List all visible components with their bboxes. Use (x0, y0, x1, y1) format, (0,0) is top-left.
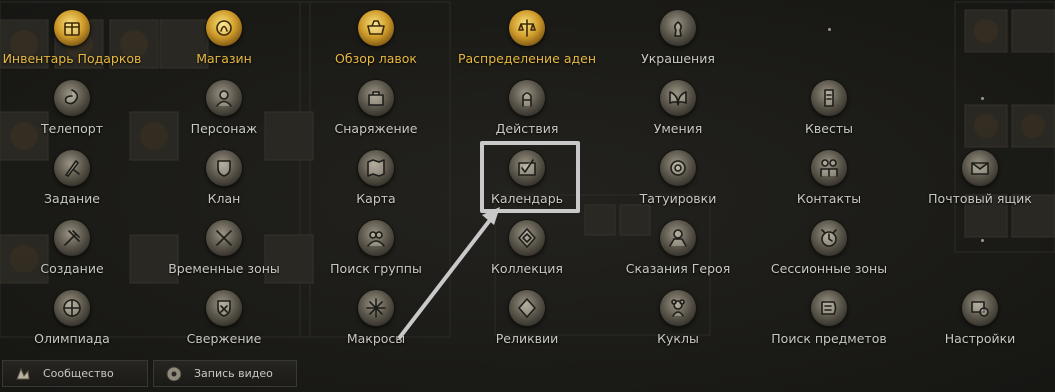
actions-icon (509, 80, 545, 116)
clan-icon (206, 150, 242, 186)
task-icon (54, 150, 90, 186)
menu-item-olympiad[interactable]: Олимпиада (0, 290, 147, 358)
teleport-icon (54, 80, 90, 116)
menu-item-label: Настройки (944, 331, 1016, 346)
menu-item-session-zones[interactable]: Сессионные зоны (754, 220, 904, 288)
menu-item-map[interactable]: Карта (301, 150, 451, 218)
collection-icon (509, 220, 545, 256)
menu-item-label: Почтовый ящик (928, 191, 1032, 206)
gift-inventory-icon (54, 10, 90, 46)
tattoo-icon (660, 150, 696, 186)
separator-dot (981, 239, 984, 242)
calendar-highlight-box (480, 141, 580, 213)
separator-dot (981, 97, 984, 100)
skills-icon (660, 80, 696, 116)
session-zones-icon (811, 220, 847, 256)
dolls-icon (660, 290, 696, 326)
menu-item-crafting[interactable]: Создание (0, 220, 147, 288)
menu-item-time-zones[interactable]: Временные зоны (149, 220, 299, 288)
menu-item-tattoo[interactable]: Татуировки (603, 150, 753, 218)
crafting-icon (54, 220, 90, 256)
menu-item-teleport[interactable]: Телепорт (0, 80, 147, 148)
menu-item-label: Сессионные зоны (770, 261, 888, 276)
equipment-icon (358, 80, 394, 116)
community-icon (16, 367, 30, 380)
adena-distribution-icon (509, 10, 545, 46)
video-record-button[interactable]: Запись видео (153, 360, 297, 387)
shop-icon (206, 10, 242, 46)
menu-item-item-search[interactable]: Поиск предметов (754, 290, 904, 358)
menu-item-dolls[interactable]: Куклы (603, 290, 753, 358)
menu-item-adena-distribution[interactable]: Распределение аден (452, 10, 602, 78)
olympiad-icon (54, 290, 90, 326)
time-zones-icon (206, 220, 242, 256)
video-record-icon (166, 366, 182, 382)
menu-item-hero-tales[interactable]: Сказания Героя (603, 220, 753, 288)
menu-item-actions[interactable]: Действия (452, 80, 602, 148)
mailbox-icon (962, 150, 998, 186)
menu-item-quests[interactable]: Квесты (754, 80, 904, 148)
settings-icon (962, 290, 998, 326)
quests-icon (811, 80, 847, 116)
menu-item-macros[interactable]: Макросы (301, 290, 451, 358)
hero-tales-icon (660, 220, 696, 256)
menu-item-overthrow[interactable]: Свержение (149, 290, 299, 358)
menu-item-stalls-overview[interactable]: Обзор лавок (301, 10, 451, 78)
menu-item-character[interactable]: Персонаж (149, 80, 299, 148)
menu-item-relics[interactable]: Реликвии (452, 290, 602, 358)
contacts-icon (811, 150, 847, 186)
video-record-label: Запись видео (194, 367, 273, 380)
menu-item-collection[interactable]: Коллекция (452, 220, 602, 288)
map-icon (358, 150, 394, 186)
menu-item-shop[interactable]: Магазин (149, 10, 299, 78)
menu-item-label: Украшения (641, 51, 715, 66)
menu-item-skills[interactable]: Умения (603, 80, 753, 148)
menu-item-clan[interactable]: Клан (149, 150, 299, 218)
overthrow-icon (206, 290, 242, 326)
menu-item-equipment[interactable]: Снаряжение (301, 80, 451, 148)
menu-item-party-search[interactable]: Поиск группы (301, 220, 451, 288)
stalls-overview-icon (358, 10, 394, 46)
character-icon (206, 80, 242, 116)
item-search-icon (811, 290, 847, 326)
separator-dot (828, 28, 831, 31)
menu-item-mailbox[interactable]: Почтовый ящик (905, 150, 1055, 218)
decoration-icon (660, 10, 696, 46)
menu-item-task[interactable]: Задание (0, 150, 147, 218)
community-label: Сообщество (43, 367, 114, 380)
menu-item-label: Квесты (805, 121, 853, 136)
party-search-icon (358, 220, 394, 256)
menu-item-gift-inventory[interactable]: Инвентарь Подарков (0, 10, 147, 78)
menu-item-contacts[interactable]: Контакты (754, 150, 904, 218)
menu-item-settings[interactable]: Настройки (905, 290, 1055, 358)
relics-icon (509, 290, 545, 326)
macros-icon (358, 290, 394, 326)
community-button[interactable]: Сообщество (2, 360, 148, 387)
menu-item-decoration[interactable]: Украшения (603, 10, 753, 78)
